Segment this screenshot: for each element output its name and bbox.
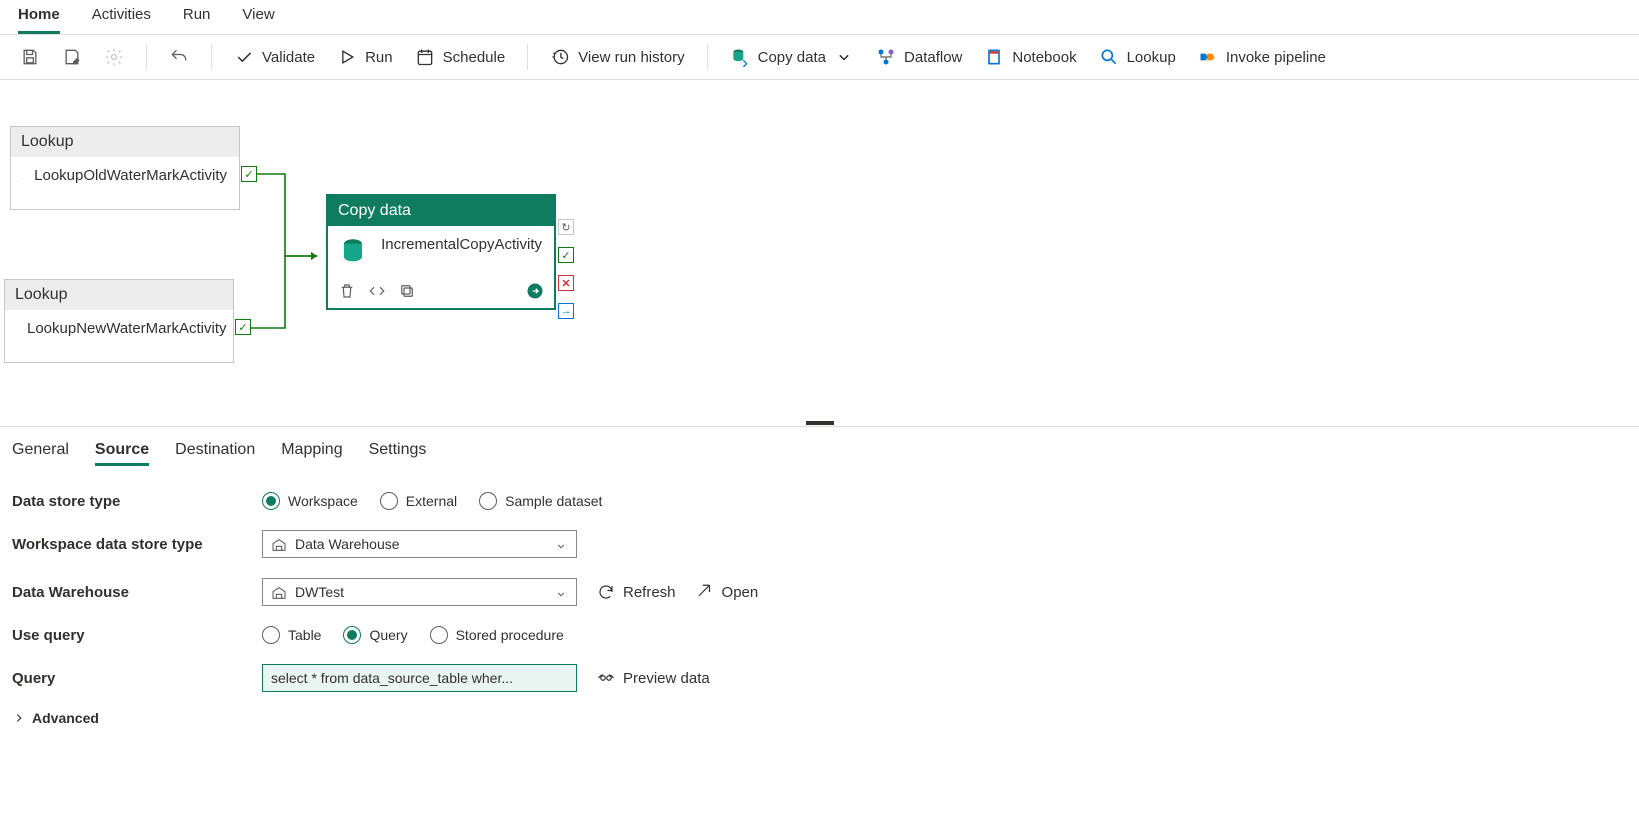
tab-destination[interactable]: Destination (175, 437, 255, 466)
query-input[interactable]: select * from data_source_table wher... (262, 664, 577, 692)
save-as-button[interactable] (56, 43, 88, 71)
menu-tab-view[interactable]: View (242, 6, 274, 34)
lookup-button[interactable]: Lookup (1093, 43, 1182, 71)
activity-settings-tabs: General Source Destination Mapping Setti… (0, 426, 1639, 476)
invoke-pipeline-button[interactable]: Invoke pipeline (1192, 43, 1332, 71)
dataflow-icon (876, 47, 896, 67)
select-data-warehouse[interactable]: DWTest (262, 578, 577, 606)
code-icon[interactable] (368, 282, 386, 300)
save-button[interactable] (14, 43, 46, 71)
label-data-warehouse: Data Warehouse (12, 584, 242, 601)
tab-general[interactable]: General (12, 437, 69, 466)
tab-settings[interactable]: Settings (369, 437, 427, 466)
activity-name-label: LookupNewWaterMarkActivity (27, 320, 227, 338)
source-form: Data store type Workspace External Sampl… (0, 476, 1639, 746)
chevron-down-icon (554, 539, 568, 553)
check-icon (234, 47, 254, 67)
label-data-store-type: Data store type (12, 493, 242, 510)
activity-copy-data[interactable]: Copy data IncrementalCopyActivity (326, 194, 556, 310)
tab-source[interactable]: Source (95, 437, 149, 466)
menu-tab-home[interactable]: Home (18, 6, 60, 34)
activity-toolbar (328, 278, 554, 308)
toolbar: Validate Run Schedule View run history C… (0, 35, 1639, 80)
warehouse-icon (271, 537, 287, 553)
failure-port-icon[interactable]: ✕ (558, 275, 574, 291)
schedule-button[interactable]: Schedule (409, 43, 512, 71)
activity-type-label: Copy data (328, 196, 554, 226)
undo-button[interactable] (163, 43, 195, 71)
success-port-icon[interactable]: ✓ (235, 319, 251, 335)
run-button[interactable]: Run (331, 43, 399, 71)
notebook-button[interactable]: Notebook (978, 43, 1082, 71)
success-port-icon[interactable]: ✓ (558, 247, 574, 263)
preview-data-button[interactable]: Preview data (597, 669, 710, 687)
view-run-history-button[interactable]: View run history (544, 43, 690, 71)
radio-table[interactable]: Table (262, 626, 321, 644)
database-icon (340, 236, 371, 268)
success-port-icon[interactable]: ✓ (241, 166, 257, 182)
retry-port-icon[interactable]: ↻ (558, 219, 574, 235)
select-workspace-ds-type[interactable]: Data Warehouse (262, 530, 577, 558)
notebook-icon (984, 47, 1004, 67)
chevron-down-icon (554, 587, 568, 601)
save-as-icon (62, 47, 82, 67)
advanced-toggle[interactable]: Advanced (12, 702, 1627, 726)
activity-name-label: LookupOldWaterMarkActivity (34, 167, 227, 185)
radio-sample-dataset[interactable]: Sample dataset (479, 492, 602, 510)
open-button[interactable]: Open (696, 583, 759, 601)
menu-tab-run[interactable]: Run (183, 6, 211, 34)
copy-data-button[interactable]: Copy data (724, 43, 860, 71)
label-query: Query (12, 670, 242, 687)
pipeline-icon (1198, 47, 1218, 67)
refresh-button[interactable]: Refresh (597, 583, 676, 601)
activity-type-label: Lookup (5, 280, 233, 310)
radio-external[interactable]: External (380, 492, 457, 510)
validate-button[interactable]: Validate (228, 43, 321, 71)
skip-port-icon[interactable]: → (558, 303, 574, 319)
delete-icon[interactable] (338, 282, 356, 300)
database-arrow-icon (730, 47, 750, 67)
dataflow-button[interactable]: Dataflow (870, 43, 968, 71)
activity-lookup-new[interactable]: Lookup LookupNewWaterMarkActivity (4, 279, 234, 363)
save-icon (20, 47, 40, 67)
chevron-down-icon (834, 47, 854, 67)
copy-icon[interactable] (398, 282, 416, 300)
search-icon (23, 167, 24, 199)
activity-type-label: Lookup (11, 127, 239, 157)
search-icon (1099, 47, 1119, 67)
history-icon (550, 47, 570, 67)
menu-tab-activities[interactable]: Activities (92, 6, 151, 34)
gear-icon (104, 47, 124, 67)
radio-workspace[interactable]: Workspace (262, 492, 358, 510)
top-menu: Home Activities Run View (0, 0, 1639, 35)
label-use-query: Use query (12, 627, 242, 644)
pipeline-canvas[interactable]: Lookup LookupOldWaterMarkActivity ✓ Look… (0, 80, 1639, 420)
undo-icon (169, 47, 189, 67)
radio-query[interactable]: Query (343, 626, 407, 644)
settings-gear-button[interactable] (98, 43, 130, 71)
warehouse-icon (271, 585, 287, 601)
label-workspace-ds-type: Workspace data store type (12, 536, 242, 553)
radio-stored-proc[interactable]: Stored procedure (430, 626, 564, 644)
activity-lookup-old[interactable]: Lookup LookupOldWaterMarkActivity (10, 126, 240, 210)
calendar-icon (415, 47, 435, 67)
tab-mapping[interactable]: Mapping (281, 437, 342, 466)
activity-name-label: IncrementalCopyActivity (381, 236, 542, 254)
play-icon (337, 47, 357, 67)
run-activity-icon[interactable] (526, 282, 544, 300)
